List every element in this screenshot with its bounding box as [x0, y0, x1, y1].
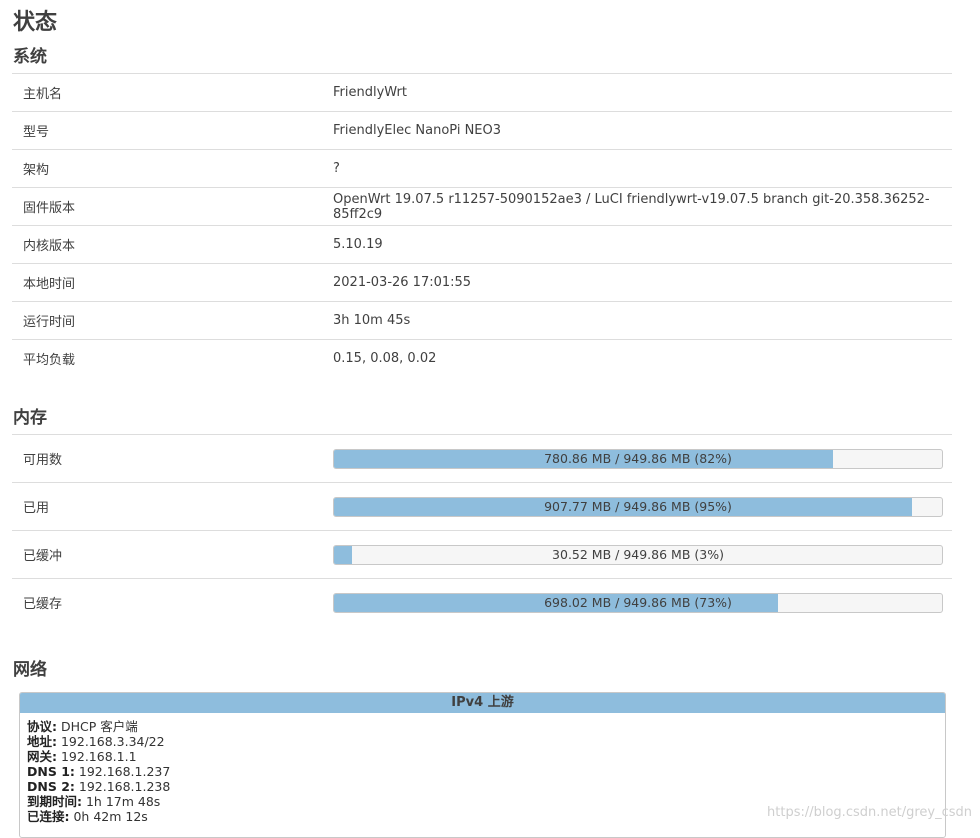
table-row: 内核版本 5.10.19 [12, 225, 952, 264]
row-label: 架构 [12, 149, 333, 188]
progress-text: 698.02 MB / 949.86 MB (73%) [544, 594, 732, 610]
row-value: FriendlyElec NanoPi NEO3 [333, 111, 952, 150]
row-label: 平均负载 [12, 339, 333, 377]
row-value: ? [333, 149, 952, 188]
progress-text: 907.77 MB / 949.86 MB (95%) [544, 498, 732, 514]
memory-section-title: 内存 [13, 408, 47, 428]
table-row: 型号 FriendlyElec NanoPi NEO3 [12, 111, 952, 150]
memory-cached-bar: 698.02 MB / 949.86 MB (73%) [333, 592, 943, 613]
row-label: 已用 [12, 482, 333, 531]
row-label: 可用数 [12, 434, 333, 483]
table-row: 已缓冲 30.52 MB / 949.86 MB (3%) [12, 530, 952, 579]
table-row: 可用数 780.86 MB / 949.86 MB (82%) [12, 434, 952, 483]
memory-buffered-bar: 30.52 MB / 949.86 MB (3%) [333, 544, 943, 565]
table-row: 主机名 FriendlyWrt [12, 73, 952, 112]
row-label: 主机名 [12, 73, 333, 112]
info-line-gateway: 网关: 192.168.1.1 [27, 749, 137, 764]
table-row: 已用 907.77 MB / 949.86 MB (95%) [12, 482, 952, 531]
table-row: 已缓存 698.02 MB / 949.86 MB (73%) [12, 578, 952, 626]
system-section-title: 系统 [13, 47, 47, 67]
row-label: 运行时间 [12, 301, 333, 340]
info-line-address: 地址: 192.168.3.34/22 [27, 734, 165, 749]
row-label: 本地时间 [12, 263, 333, 302]
row-label: 内核版本 [12, 225, 333, 264]
table-row: 平均负载 0.15, 0.08, 0.02 [12, 339, 952, 377]
table-row: 本地时间 2021-03-26 17:01:55 [12, 263, 952, 302]
info-line-protocol: 协议: DHCP 客户端 [27, 719, 138, 734]
progress-text: 780.86 MB / 949.86 MB (82%) [544, 450, 732, 466]
row-label: 型号 [12, 111, 333, 150]
page-title: 状态 [13, 10, 58, 35]
row-label: 固件版本 [12, 187, 333, 226]
table-row: 架构 ? [12, 149, 952, 188]
memory-available-bar: 780.86 MB / 949.86 MB (82%) [333, 448, 943, 469]
info-line-dns1: DNS 1: 192.168.1.237 [27, 764, 171, 779]
panel-header: IPv4 上游 [20, 693, 945, 713]
status-page: 状态 系统 主机名 FriendlyWrt 型号 FriendlyElec Na… [0, 0, 980, 838]
row-value: OpenWrt 19.07.5 r11257-5090152ae3 / LuCI… [333, 187, 952, 226]
row-value: 2021-03-26 17:01:55 [333, 263, 952, 302]
watermark: https://blog.csdn.net/grey_csdn [767, 805, 972, 820]
row-label: 已缓存 [12, 578, 333, 626]
row-value: 0.15, 0.08, 0.02 [333, 339, 952, 377]
system-table: 主机名 FriendlyWrt 型号 FriendlyElec NanoPi N… [12, 73, 952, 377]
table-row: 运行时间 3h 10m 45s [12, 301, 952, 340]
row-value: 5.10.19 [333, 225, 952, 264]
network-section-title: 网络 [13, 660, 47, 680]
memory-used-bar: 907.77 MB / 949.86 MB (95%) [333, 496, 943, 517]
info-line-dns2: DNS 2: 192.168.1.238 [27, 779, 171, 794]
row-value: 3h 10m 45s [333, 301, 952, 340]
memory-table: 可用数 780.86 MB / 949.86 MB (82%) 已用 907.7… [12, 434, 952, 626]
row-label: 已缓冲 [12, 530, 333, 579]
table-row: 固件版本 OpenWrt 19.07.5 r11257-5090152ae3 /… [12, 187, 952, 226]
row-value: FriendlyWrt [333, 73, 952, 112]
progress-text: 30.52 MB / 949.86 MB (3%) [552, 546, 724, 562]
